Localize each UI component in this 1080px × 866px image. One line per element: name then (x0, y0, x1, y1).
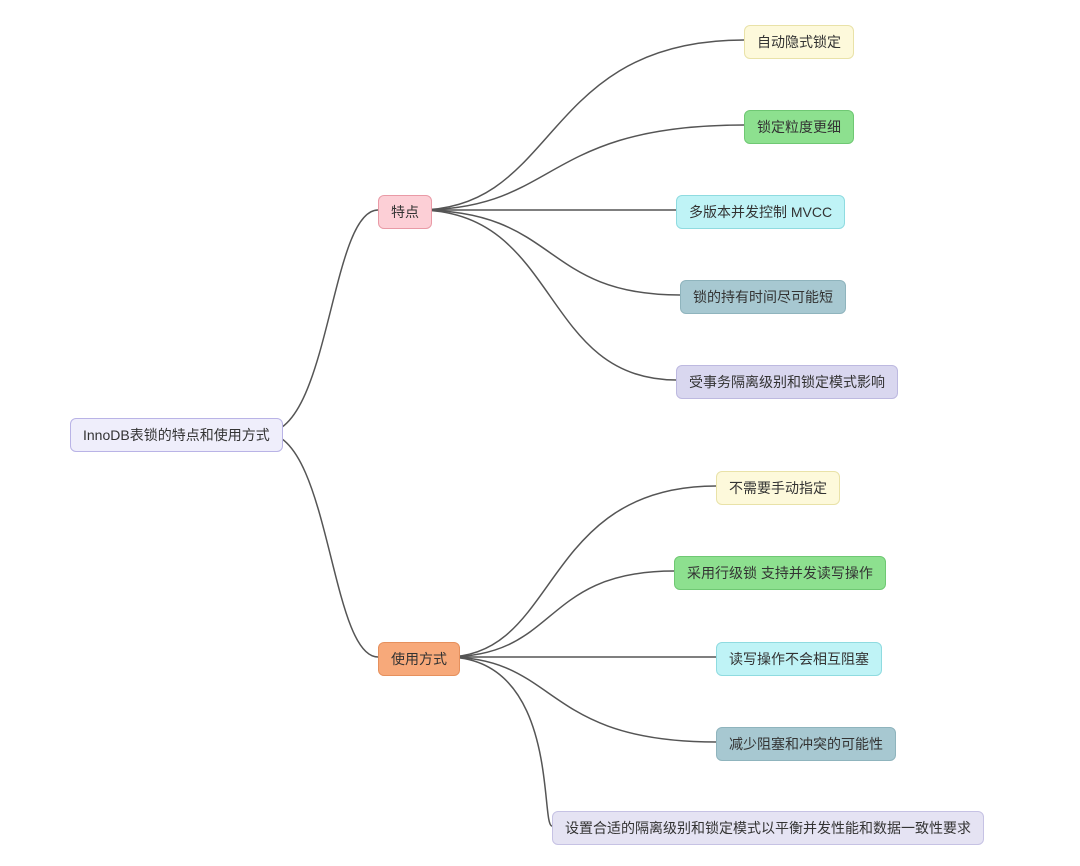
leaf-label: 采用行级锁 支持并发读写操作 (687, 565, 873, 581)
leaf-label: 读写操作不会相互阻塞 (729, 651, 869, 667)
leaf-label: 锁定粒度更细 (757, 119, 841, 135)
leaf-label: 不需要手动指定 (729, 480, 827, 496)
leaf-label: 锁的持有时间尽可能短 (693, 289, 833, 305)
leaf-label: 减少阻塞和冲突的可能性 (729, 736, 883, 752)
root-label: InnoDB表锁的特点和使用方式 (83, 427, 270, 443)
leaf-usage-0[interactable]: 不需要手动指定 (716, 471, 840, 505)
leaf-usage-3[interactable]: 减少阻塞和冲突的可能性 (716, 727, 896, 761)
leaf-label: 受事务隔离级别和锁定模式影响 (689, 374, 885, 390)
leaf-features-0[interactable]: 自动隐式锁定 (744, 25, 854, 59)
leaf-features-4[interactable]: 受事务隔离级别和锁定模式影响 (676, 365, 898, 399)
branch-features[interactable]: 特点 (378, 195, 432, 229)
leaf-usage-1[interactable]: 采用行级锁 支持并发读写操作 (674, 556, 886, 590)
leaf-label: 自动隐式锁定 (757, 34, 841, 50)
branch-usage-label: 使用方式 (391, 651, 447, 667)
leaf-features-2[interactable]: 多版本并发控制 MVCC (676, 195, 845, 229)
leaf-features-1[interactable]: 锁定粒度更细 (744, 110, 854, 144)
leaf-usage-4[interactable]: 设置合适的隔离级别和锁定模式以平衡并发性能和数据一致性要求 (552, 811, 984, 845)
leaf-usage-2[interactable]: 读写操作不会相互阻塞 (716, 642, 882, 676)
branch-usage[interactable]: 使用方式 (378, 642, 460, 676)
branch-features-label: 特点 (391, 204, 419, 220)
leaf-label: 多版本并发控制 MVCC (689, 204, 832, 220)
leaf-features-3[interactable]: 锁的持有时间尽可能短 (680, 280, 846, 314)
leaf-label: 设置合适的隔离级别和锁定模式以平衡并发性能和数据一致性要求 (565, 820, 971, 836)
root-node[interactable]: InnoDB表锁的特点和使用方式 (70, 418, 283, 452)
